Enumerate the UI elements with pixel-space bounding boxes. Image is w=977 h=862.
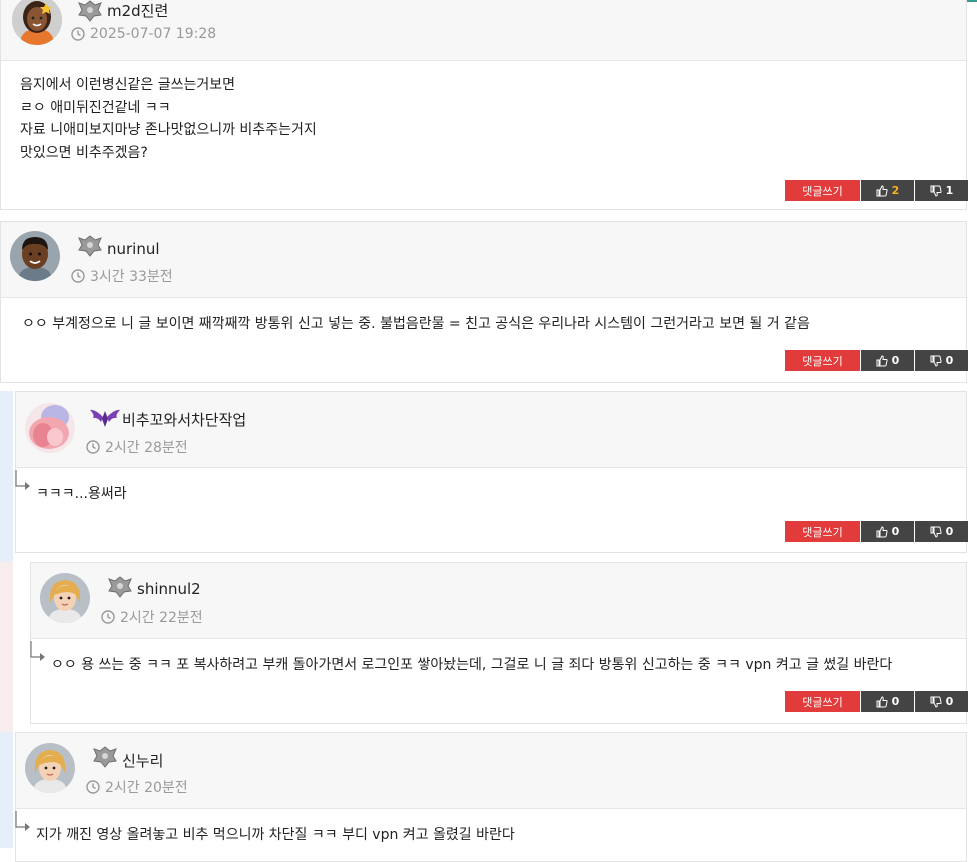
username[interactable]: m2d진련 — [107, 0, 168, 21]
user-avatar[interactable] — [25, 743, 75, 793]
upvote-button[interactable]: 0 — [861, 521, 914, 542]
comment-header: shinnul2 2시간 22분전 — [31, 563, 966, 639]
downvote-button[interactable]: 0 — [915, 691, 968, 712]
downvote-count: 0 — [945, 354, 954, 367]
thumbs-down-icon — [930, 696, 942, 708]
upvote-count: 0 — [891, 354, 900, 367]
thread-indent-bar — [0, 562, 13, 732]
comment-header: nurinul 3시간 33분전 — [1, 222, 966, 298]
thread-indent-bar — [0, 732, 13, 848]
thread-indent-bar — [0, 391, 13, 562]
comment-reply: 비추꼬와서차단작업 2시간 28분전 ㅋㅋㅋ...용써라 댓글쓰기 0 0 — [15, 391, 968, 553]
comment: nurinul 3시간 33분전 ㅇㅇ 부계정으로 니 글 보이면 째깍째깍 방… — [0, 221, 968, 383]
comment-body: 지가 깨진 영상 올려놓고 비추 먹으니까 차단질 ㅋㅋ 부디 vpn 켜고 올… — [36, 824, 515, 847]
clock-icon — [86, 780, 100, 794]
thumbs-up-icon — [876, 695, 888, 707]
comment-line: 음지에서 이런병신같은 글쓰는거보면 — [20, 77, 235, 93]
user-avatar[interactable] — [25, 403, 75, 453]
gray-dragon-badge-icon — [78, 235, 102, 257]
timestamp-text: 2시간 20분전 — [105, 780, 188, 796]
upvote-count: 0 — [891, 695, 900, 708]
downvote-count: 0 — [945, 695, 954, 708]
comment-body: ㅇㅇ 부계정으로 니 글 보이면 째깍째깍 방통위 신고 넣는 중. 불법음란물… — [22, 313, 810, 336]
timestamp-text: 2시간 22분전 — [120, 610, 203, 626]
timestamp: 2시간 28분전 — [86, 437, 188, 457]
reply-button[interactable]: 댓글쓰기 — [785, 691, 860, 712]
thumbs-up-icon — [876, 354, 888, 366]
user-avatar[interactable] — [40, 573, 90, 623]
comment-header: 비추꼬와서차단작업 2시간 28분전 — [16, 392, 966, 468]
comment-header: 신누리 2시간 20분전 — [16, 733, 966, 809]
timestamp-text: 2025-07-07 19:28 — [90, 26, 217, 42]
gray-dragon-badge-icon — [93, 746, 117, 768]
upvote-count: 0 — [891, 525, 900, 538]
comment-reply: 신누리 2시간 20분전 지가 깨진 영상 올려놓고 비추 먹으니까 차단질 ㅋ… — [15, 732, 967, 862]
purple-wing-badge-icon — [90, 409, 120, 427]
timestamp: 3시간 33분전 — [71, 266, 173, 286]
upvote-button[interactable]: 2 — [861, 180, 914, 201]
downvote-button[interactable]: 0 — [915, 521, 968, 542]
comment-line: 자료 니애미보지마냥 존나맛없으니까 비추주는거지 — [20, 122, 317, 138]
reply-button[interactable]: 댓글쓰기 — [785, 521, 860, 542]
thumbs-down-icon — [930, 355, 942, 367]
comment-line: ㄹㅇ 애미뒤진건같네 ㅋㅋ — [20, 99, 171, 116]
comment-body: 음지에서 이런병신같은 글쓰는거보면 ㄹㅇ 애미뒤진건같네 ㅋㅋ 자료 니애미보… — [20, 74, 317, 164]
comment-actions: 댓글쓰기 0 0 — [785, 350, 968, 371]
timestamp-text: 3시간 33분전 — [90, 269, 173, 285]
thumbs-up-icon — [876, 184, 888, 196]
timestamp: 2025-07-07 19:28 — [71, 26, 216, 42]
comment-header: m2d진련 2025-07-07 19:28 — [1, 0, 966, 61]
gray-dragon-badge-icon — [78, 0, 102, 22]
upvote-count: 2 — [891, 184, 900, 197]
user-avatar[interactable] — [10, 231, 60, 281]
upvote-button[interactable]: 0 — [861, 350, 914, 371]
clock-icon — [71, 269, 85, 283]
downvote-button[interactable]: 0 — [915, 350, 968, 371]
comment-actions: 댓글쓰기 2 1 — [785, 180, 968, 201]
comment-body: ㅋㅋㅋ...용써라 — [36, 483, 127, 506]
comment-line: ㅇㅇ 용 쓰는 중 ㅋㅋ 포 복사하려고 부캐 돌아가면서 로그인포 쌓아놨는데… — [51, 657, 893, 673]
comment-line: ㅇㅇ 부계정으로 니 글 보이면 째깍째깍 방통위 신고 넣는 중. 불법음란물… — [22, 316, 810, 332]
downvote-count: 1 — [945, 184, 954, 197]
comment-actions: 댓글쓰기 0 0 — [785, 521, 968, 542]
clock-icon — [101, 610, 115, 624]
reply-arrow-icon — [15, 470, 30, 490]
username[interactable]: 신누리 — [122, 750, 163, 771]
clock-icon — [86, 440, 100, 454]
username[interactable]: nurinul — [107, 240, 160, 258]
timestamp: 2시간 22분전 — [101, 607, 203, 627]
reply-button[interactable]: 댓글쓰기 — [785, 180, 860, 201]
thumbs-down-icon — [930, 185, 942, 197]
comment: m2d진련 2025-07-07 19:28 음지에서 이런병신같은 글쓰는거보… — [0, 0, 968, 210]
reply-arrow-icon — [15, 811, 30, 831]
clock-icon — [71, 27, 85, 41]
downvote-button[interactable]: 1 — [915, 180, 968, 201]
user-avatar[interactable] — [12, 0, 62, 45]
comment-line: 지가 깨진 영상 올려놓고 비추 먹으니까 차단질 ㅋㅋ 부디 vpn 켜고 올… — [36, 827, 515, 843]
downvote-count: 0 — [945, 525, 954, 538]
username[interactable]: shinnul2 — [137, 580, 201, 598]
comment-body: ㅇㅇ 용 쓰는 중 ㅋㅋ 포 복사하려고 부캐 돌아가면서 로그인포 쌓아놨는데… — [51, 654, 892, 677]
comment-reply: shinnul2 2시간 22분전 ㅇㅇ 용 쓰는 중 ㅋㅋ 포 복사하려고 부… — [30, 562, 968, 724]
comment-actions: 댓글쓰기 0 0 — [785, 691, 968, 712]
comment-line: 맛있으면 비추주겠음? — [20, 144, 148, 161]
thumbs-down-icon — [930, 526, 942, 538]
reply-arrow-icon — [30, 641, 45, 661]
timestamp: 2시간 20분전 — [86, 777, 188, 797]
reply-button[interactable]: 댓글쓰기 — [785, 350, 860, 371]
gray-dragon-badge-icon — [108, 576, 132, 598]
timestamp-text: 2시간 28분전 — [105, 440, 188, 456]
upvote-button[interactable]: 0 — [861, 691, 914, 712]
thumbs-up-icon — [876, 525, 888, 537]
username[interactable]: 비추꼬와서차단작업 — [122, 409, 246, 430]
comment-line: ㅋㅋㅋ...용써라 — [36, 486, 127, 502]
